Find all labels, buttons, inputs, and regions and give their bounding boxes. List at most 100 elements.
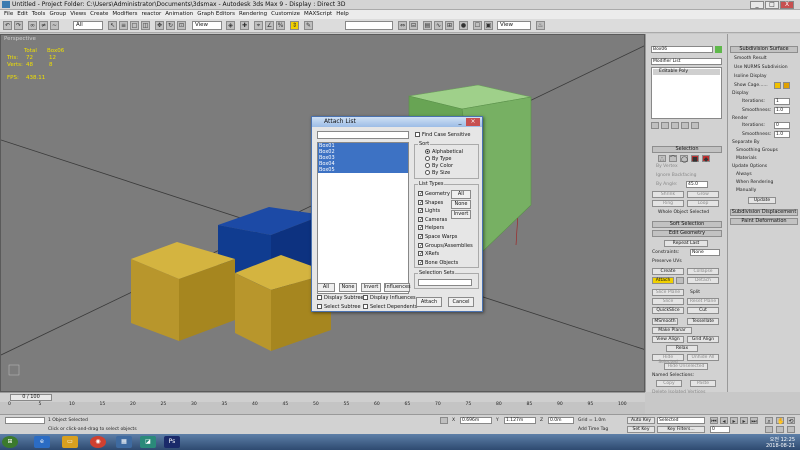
menu-item-reactor[interactable]: reactor bbox=[142, 10, 162, 19]
sort-option-alphabetical[interactable]: Alphabetical bbox=[425, 149, 463, 156]
track-bar[interactable]: 0 5 10 15 20 25 30 35 40 45 50 55 60 65 70 75 80 85 90 95 10… bbox=[0, 402, 645, 414]
make-unique-icon[interactable] bbox=[671, 122, 679, 129]
select-subtree-checkbox[interactable]: Select Subtree bbox=[317, 304, 361, 310]
set-key-button[interactable]: Set Key bbox=[627, 426, 655, 433]
loop-button[interactable]: Loop bbox=[687, 200, 719, 207]
make-planar-button[interactable]: Make Planar bbox=[652, 327, 692, 334]
list-type-helpers[interactable]: ✓ Helpers bbox=[418, 224, 473, 233]
app-icon[interactable] bbox=[2, 1, 10, 8]
fov-icon[interactable] bbox=[776, 426, 784, 433]
clock-time[interactable]: 오전 12:25 bbox=[740, 436, 795, 443]
key-mode-dropdown[interactable]: Selected bbox=[657, 417, 705, 424]
minimize-button[interactable]: _ bbox=[750, 1, 764, 9]
percent-snap-icon[interactable]: % bbox=[276, 21, 285, 30]
menu-item-customize[interactable]: Customize bbox=[271, 10, 300, 19]
detach-button[interactable]: Detach bbox=[687, 277, 719, 284]
always-radio[interactable]: Always bbox=[736, 172, 752, 177]
curve-editor-icon[interactable]: ∿ bbox=[434, 21, 443, 30]
snap-icon[interactable]: ⌖ bbox=[254, 21, 263, 30]
unlink-icon[interactable]: ≠ bbox=[39, 21, 48, 30]
close-button[interactable]: X bbox=[780, 1, 794, 9]
render-smoothness-spinner[interactable]: 1.0 bbox=[774, 131, 790, 138]
align-icon[interactable]: ⊟ bbox=[409, 21, 418, 30]
key-filters-button[interactable]: Key Filters... bbox=[657, 426, 705, 433]
iterations-spinner[interactable]: 1 bbox=[774, 98, 790, 105]
unhide-all-button[interactable]: Unhide All bbox=[687, 354, 719, 361]
when-rendering-radio[interactable]: When Rendering bbox=[736, 180, 773, 185]
cancel-button[interactable]: Cancel bbox=[448, 297, 474, 307]
by-angle-spinner[interactable]: 45.0 bbox=[686, 181, 708, 188]
app-icon[interactable]: ▦ bbox=[116, 436, 132, 448]
relax-button[interactable]: Relax bbox=[666, 345, 698, 352]
list-type-bone-objects[interactable]: ✓ Bone Objects bbox=[418, 259, 473, 268]
rect-region-icon[interactable]: □ bbox=[130, 21, 139, 30]
by-vertex-checkbox[interactable]: By Vertex bbox=[656, 164, 678, 169]
show-cage-checkbox[interactable]: Show Cage...... bbox=[734, 83, 768, 88]
maxscript-listener-field[interactable] bbox=[5, 417, 45, 424]
select-object-icon[interactable]: ↖ bbox=[108, 21, 117, 30]
menu-item-graph-editors[interactable]: Graph Editors bbox=[197, 10, 235, 19]
types-all-button[interactable]: All bbox=[451, 190, 471, 199]
window-crossing-icon[interactable]: ◫ bbox=[141, 21, 150, 30]
ie-icon[interactable]: e bbox=[34, 436, 50, 448]
start-button-icon[interactable]: ⊞ bbox=[2, 436, 18, 448]
menu-item-edit[interactable]: Edit bbox=[17, 10, 28, 19]
paste-button[interactable]: Paste bbox=[690, 380, 716, 387]
current-frame-field[interactable]: 0 bbox=[710, 426, 730, 433]
ignore-backfacing-checkbox[interactable]: Ignore Backfacing bbox=[656, 173, 696, 178]
slice-button[interactable]: Slice bbox=[652, 298, 684, 305]
select-dependents-checkbox[interactable]: Select Dependents bbox=[363, 304, 417, 310]
vertex-mode-icon[interactable]: ∴ bbox=[658, 155, 666, 163]
selection-filter-dropdown[interactable]: All bbox=[73, 21, 103, 30]
create-button[interactable]: Create bbox=[652, 268, 684, 275]
maximize-button[interactable]: □ bbox=[765, 1, 779, 9]
attach-confirm-button[interactable]: Attach bbox=[416, 297, 442, 307]
find-case-sensitive-checkbox[interactable]: Find Case Sensitive bbox=[415, 132, 470, 138]
menu-item-rendering[interactable]: Rendering bbox=[239, 10, 267, 19]
goto-start-icon[interactable]: ⏮ bbox=[710, 417, 718, 425]
attach-list-icon[interactable] bbox=[676, 277, 684, 284]
bind-spacewarp-icon[interactable]: ~ bbox=[50, 21, 59, 30]
list-invert-button[interactable]: Invert bbox=[361, 283, 381, 292]
menu-item-tools[interactable]: Tools bbox=[32, 10, 46, 19]
ref-coord-dropdown[interactable]: View bbox=[192, 21, 222, 30]
angle-snap-icon[interactable]: ∠ bbox=[265, 21, 274, 30]
scale-icon[interactable]: ⊡ bbox=[177, 21, 186, 30]
element-mode-icon[interactable]: ◆ bbox=[702, 155, 710, 163]
spinner-snap-icon[interactable]: ⇕ bbox=[290, 21, 299, 30]
list-type-xrefs[interactable]: ✓ XRefs bbox=[418, 250, 473, 259]
by-angle-checkbox[interactable]: By Angle: bbox=[656, 182, 678, 187]
paint-deformation-rollout[interactable]: Paint Deformation bbox=[730, 218, 798, 225]
pivot-icon[interactable]: ◈ bbox=[226, 21, 235, 30]
remove-modifier-icon[interactable] bbox=[681, 122, 689, 129]
prev-frame-icon[interactable]: ◂ bbox=[720, 417, 728, 425]
collapse-button[interactable]: Collapse bbox=[687, 268, 719, 275]
3dsmax-taskbar-icon[interactable]: ◪ bbox=[140, 436, 156, 448]
render-frame-icon[interactable]: ▣ bbox=[484, 21, 493, 30]
cage-color-2[interactable] bbox=[783, 82, 790, 89]
explorer-icon[interactable]: ▭ bbox=[62, 436, 78, 448]
next-frame-icon[interactable]: ▸ bbox=[740, 417, 748, 425]
menu-item-create[interactable]: Create bbox=[90, 10, 108, 19]
shrink-button[interactable]: Shrink bbox=[652, 191, 684, 198]
attach-button[interactable]: Attach bbox=[652, 277, 674, 284]
subdivision-displacement-rollout[interactable]: Subdivision Displacement bbox=[730, 209, 798, 216]
menu-item-views[interactable]: Views bbox=[70, 10, 86, 19]
list-all-button[interactable]: All bbox=[317, 283, 335, 292]
hide-selected-button[interactable]: Hide Selected bbox=[652, 354, 684, 365]
search-input[interactable] bbox=[317, 131, 409, 139]
list-none-button[interactable]: None bbox=[339, 283, 357, 292]
cut-button[interactable]: Cut bbox=[687, 307, 719, 314]
hide-unselected-button[interactable]: Hide Unselected bbox=[664, 363, 708, 370]
render-setup-icon[interactable]: ☐ bbox=[473, 21, 482, 30]
cage-color-1[interactable] bbox=[774, 82, 781, 89]
named-selection-set[interactable] bbox=[345, 21, 393, 30]
object-list[interactable]: Box01 Box02 Box03 Box04 Box05 bbox=[317, 142, 409, 294]
zoom-all-icon[interactable] bbox=[765, 426, 773, 433]
dialog-close-button[interactable]: × bbox=[466, 118, 480, 126]
mirror-icon[interactable]: ⇔ bbox=[398, 21, 407, 30]
msmooth-button[interactable]: MSmooth bbox=[652, 318, 678, 325]
manually-radio[interactable]: Manually bbox=[736, 188, 756, 193]
render-type-dropdown[interactable]: View bbox=[497, 21, 531, 30]
slice-plane-button[interactable]: Slice Plane bbox=[652, 289, 684, 296]
